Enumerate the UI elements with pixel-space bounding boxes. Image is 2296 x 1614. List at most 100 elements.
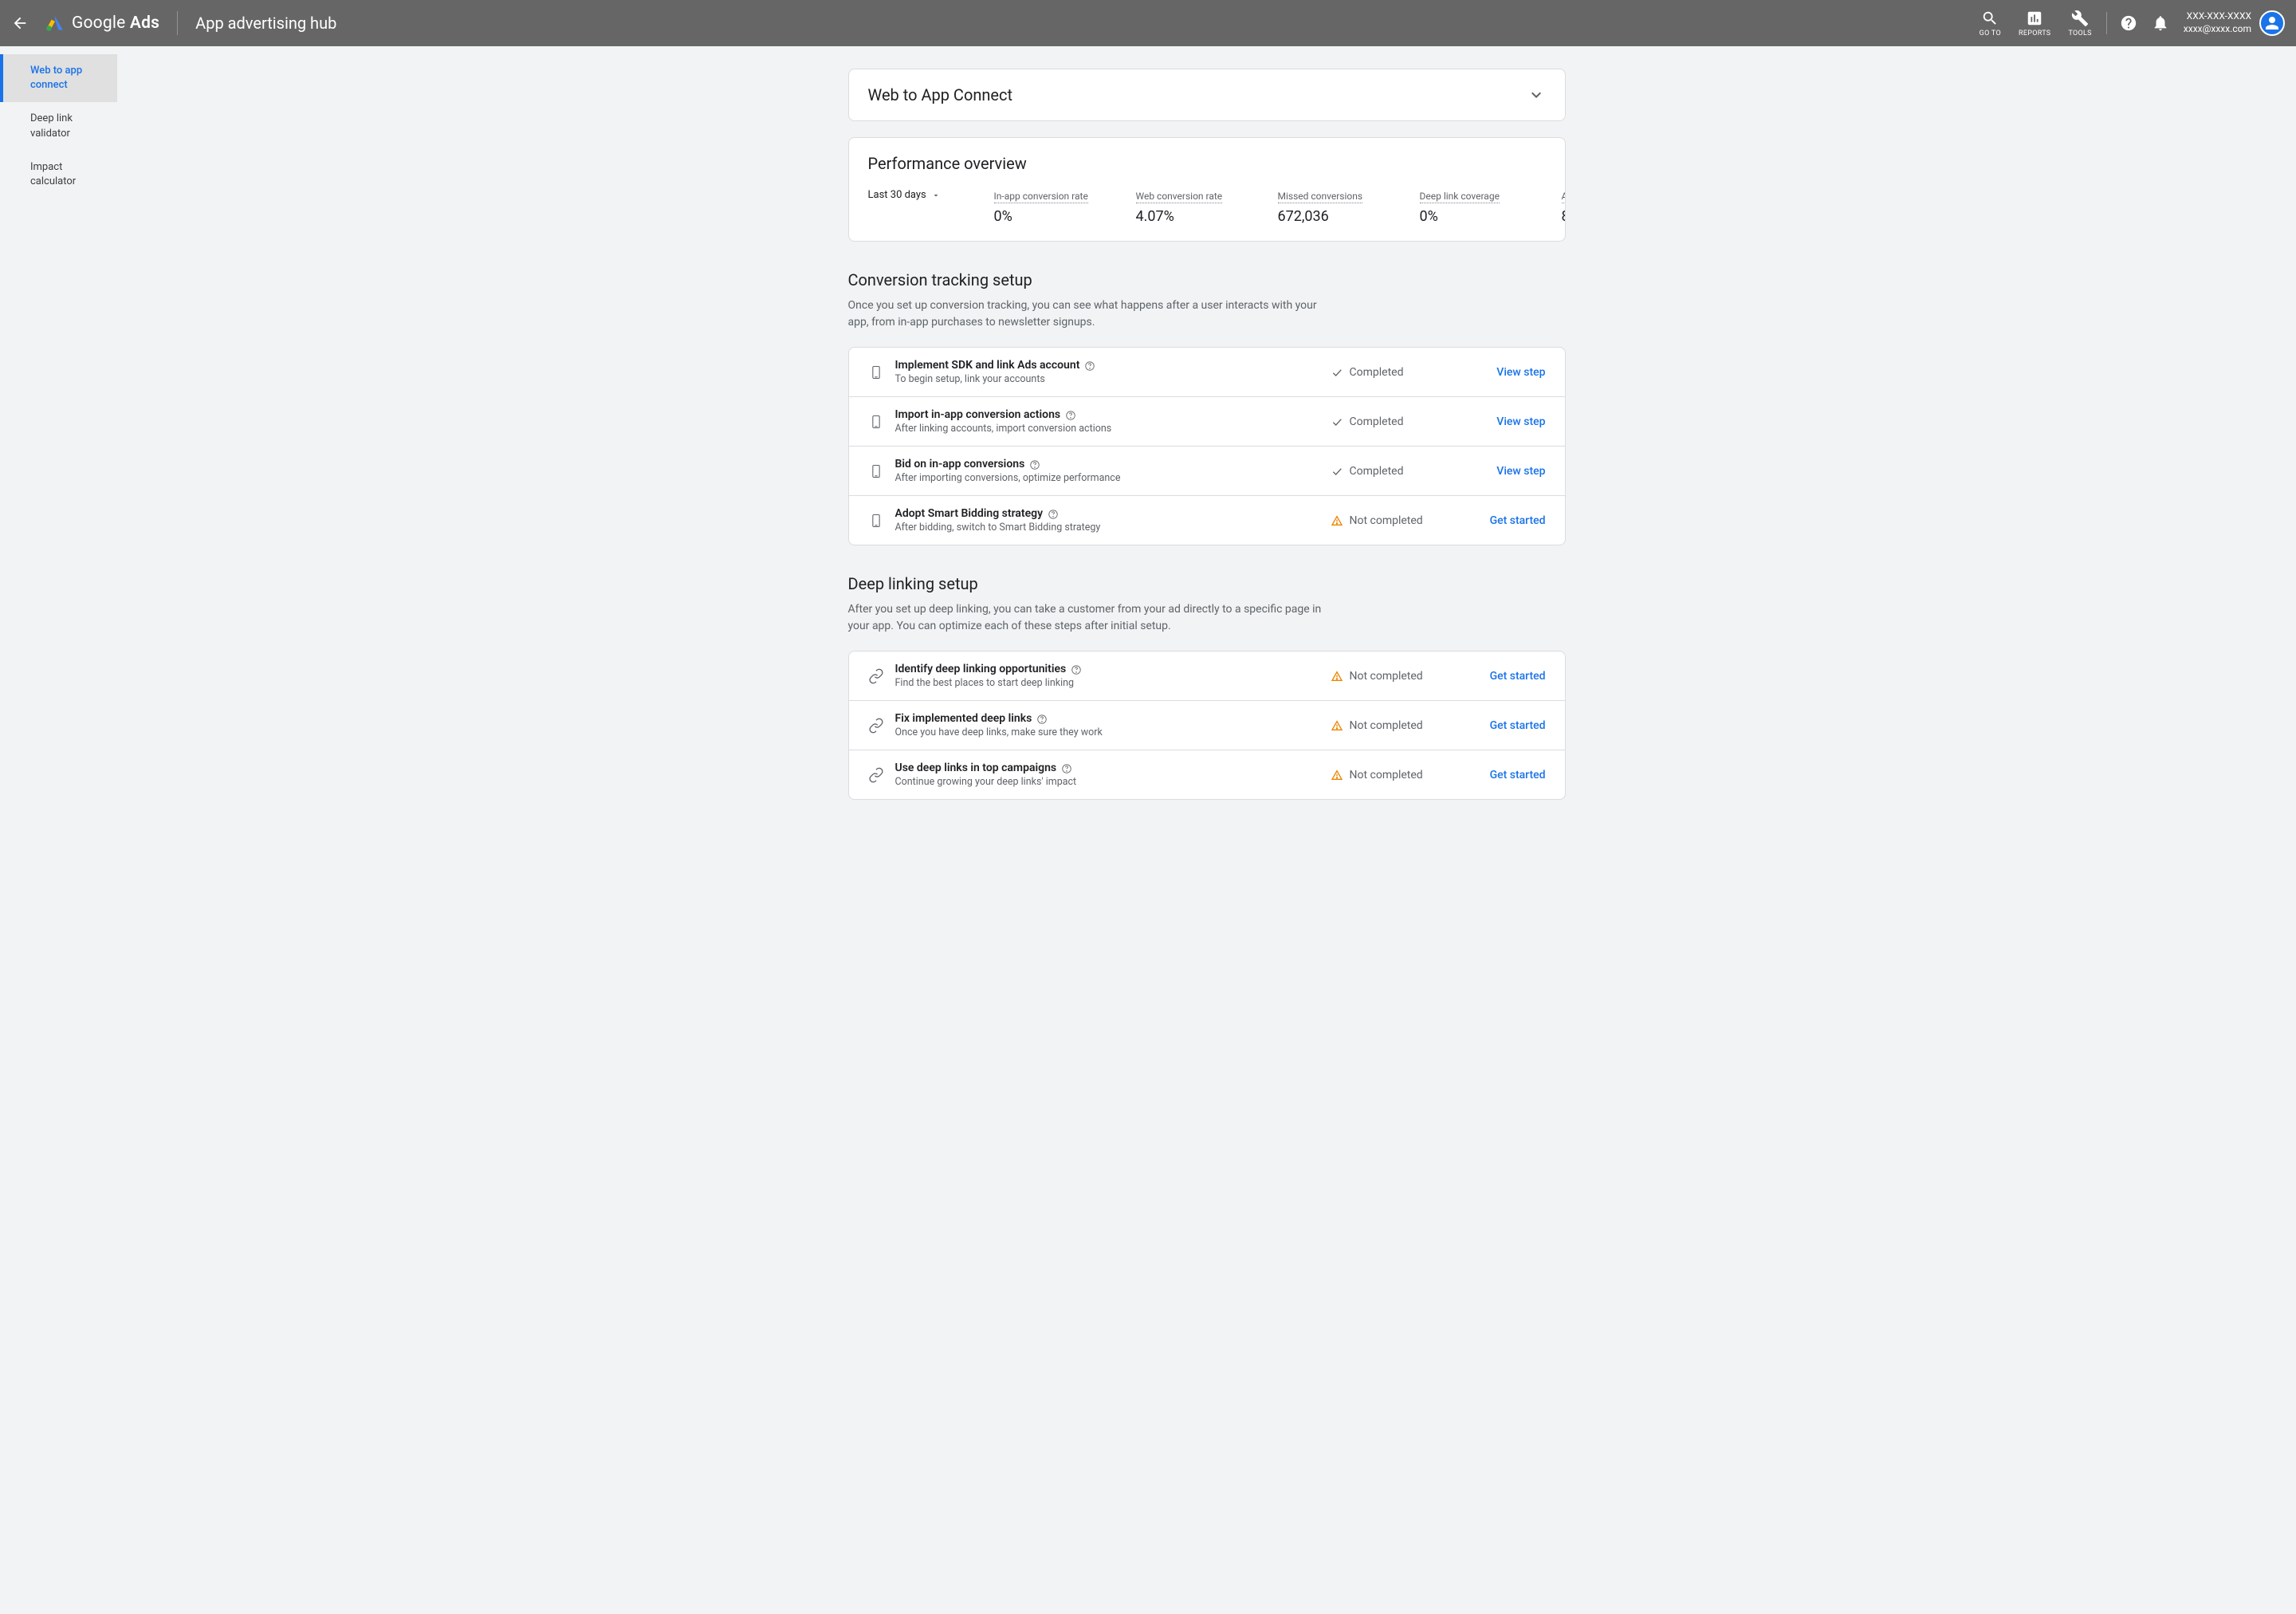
metric-missed-conversions: Missed conversions 672,036 [1278,187,1382,225]
help-icon[interactable] [1029,459,1040,470]
deep-linking-section: Deep linking setup After you set up deep… [848,574,1566,800]
conversion-step-row: Bid on in-app conversions After importing… [849,447,1565,496]
warning-icon [1331,514,1343,527]
sidebar-item-impact-calculator[interactable]: Impact calculator [0,151,117,199]
google-ads-logo[interactable]: Google Ads [45,13,159,33]
help-icon[interactable] [1048,508,1059,519]
check-icon [1331,465,1343,478]
check-icon [1331,415,1343,428]
metric-deep-link-coverage: Deep link coverage 0% [1420,187,1523,225]
help-icon[interactable] [1061,762,1072,774]
header-toolbar: GO TO REPORTS TOOLS XXX-XXX-XXXX xxxx@xx… [1972,10,2285,37]
help-icon[interactable] [1071,663,1082,675]
goto-button[interactable]: GO TO [1972,10,2009,37]
performance-title: Performance overview [868,154,1546,173]
warning-icon [1331,769,1343,781]
step-text: Identify deep linking opportunitiesFind … [895,663,1331,689]
reports-button[interactable]: REPORTS [2011,10,2058,37]
logo-icon [45,13,65,33]
notifications-button[interactable] [2145,14,2176,32]
back-button[interactable] [11,14,29,32]
help-icon[interactable] [1084,360,1095,371]
metric-in-app-conversion: In-app conversion rate 0% [994,187,1098,225]
help-button[interactable] [2113,14,2144,32]
step-action-link[interactable]: View step [1466,465,1546,478]
step-subtitle: To begin setup, link your accounts [895,373,1331,385]
step-subtitle: Continue growing your deep links' impact [895,776,1331,788]
sidebar-item-deep-link-validator[interactable]: Deep link validator [0,102,117,150]
step-title: Identify deep linking opportunities [895,663,1067,675]
step-title: Import in-app conversion actions [895,408,1061,421]
header-divider [177,11,178,35]
device-icon [868,414,884,430]
section-title: Deep linking setup [848,574,1566,593]
link-icon [868,718,884,734]
sidebar: Web to app connect Deep link validator I… [0,46,117,1614]
status-text: Completed [1350,366,1404,379]
step-title: Implement SDK and link Ads account [895,359,1080,372]
help-icon[interactable] [1036,713,1048,724]
step-action-link[interactable]: Get started [1466,769,1546,781]
step-text: Bid on in-app conversions After importing… [895,458,1331,484]
conversion-step-row: Implement SDK and link Ads accountTo beg… [849,348,1565,397]
conversion-step-row: Adopt Smart Bidding strategyAfter biddin… [849,496,1565,545]
step-status: Completed [1331,465,1466,478]
step-text: Use deep links in top campaignsContinue … [895,762,1331,788]
help-icon [2120,14,2137,32]
tools-button[interactable]: TOOLS [2060,10,2099,37]
metric-app-bidding-coverage: App bidding coverage 80.3% [1562,187,1566,225]
date-range-selector[interactable]: Last 30 days [868,187,956,201]
deeplink-step-row: Identify deep linking opportunitiesFind … [849,652,1565,701]
step-text: Fix implemented deep linksOnce you have … [895,712,1331,738]
step-text: Adopt Smart Bidding strategyAfter biddin… [895,507,1331,533]
deeplink-step-row: Fix implemented deep linksOnce you have … [849,701,1565,750]
step-action-link[interactable]: Get started [1466,670,1546,683]
status-text: Not completed [1350,514,1423,527]
status-text: Completed [1350,415,1404,428]
conversion-tracking-section: Conversion tracking setup Once you set u… [848,270,1566,545]
step-title: Bid on in-app conversions [895,458,1025,470]
web-to-app-connect-card[interactable]: Web to App Connect [848,69,1566,121]
conversion-steps-list: Implement SDK and link Ads accountTo beg… [848,347,1566,545]
device-icon [868,364,884,380]
step-status: Completed [1331,415,1466,428]
link-icon [868,668,884,684]
deeplink-step-row: Use deep links in top campaignsContinue … [849,750,1565,799]
sidebar-item-web-to-app[interactable]: Web to app connect [0,54,117,102]
account-info[interactable]: XXX-XXX-XXXX xxxx@xxxx.com [2177,10,2285,36]
avatar[interactable] [2259,10,2285,36]
bell-icon [2152,14,2169,32]
step-subtitle: Once you have deep links, make sure they… [895,726,1331,738]
logo-text: Google Ads [72,14,159,33]
step-action-link[interactable]: View step [1466,366,1546,379]
chevron-down-icon [1527,85,1546,104]
person-icon [2263,14,2282,33]
step-text: Import in-app conversion actions After li… [895,408,1331,435]
performance-card: Performance overview Last 30 days In-app… [848,137,1566,242]
link-icon [868,767,884,783]
step-title: Fix implemented deep links [895,712,1032,725]
section-description: Once you set up conversion tracking, you… [848,297,1327,331]
step-status: Not completed [1331,514,1466,527]
deeplink-steps-list: Identify deep linking opportunitiesFind … [848,651,1566,800]
status-text: Not completed [1350,719,1423,732]
step-action-link[interactable]: Get started [1466,719,1546,732]
step-status: Not completed [1331,719,1466,732]
step-action-link[interactable]: Get started [1466,514,1546,527]
step-subtitle: After importing conversions, optimize pe… [895,472,1331,484]
step-status: Not completed [1331,670,1466,683]
account-id: XXX-XXX-XXXX [2184,10,2251,23]
section-title: Conversion tracking setup [848,270,1566,289]
search-icon [1981,10,1999,27]
header-divider-right [2106,12,2107,34]
warning-icon [1331,719,1343,732]
app-header: Google Ads App advertising hub GO TO REP… [0,0,2296,46]
step-subtitle: After linking accounts, import conversio… [895,423,1331,435]
status-text: Not completed [1350,670,1423,683]
help-icon[interactable] [1065,409,1076,420]
status-text: Completed [1350,465,1404,478]
step-text: Implement SDK and link Ads accountTo beg… [895,359,1331,385]
check-icon [1331,366,1343,379]
section-description: After you set up deep linking, you can t… [848,601,1327,635]
step-action-link[interactable]: View step [1466,415,1546,428]
